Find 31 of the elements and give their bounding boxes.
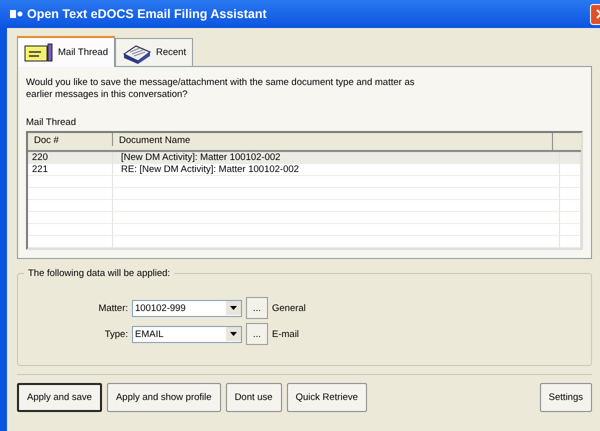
field-description: General [272,302,306,314]
prompt-text: Would you like to save the message/attachment with the same document type and matter as earlier messages in this conversation? [26,77,416,101]
document-name: RE: [New DM Activity]: Matter 100102-002 [113,164,560,175]
caret-icon [230,332,237,336]
action-button[interactable]: Quick Retrieve [286,383,367,412]
list-row[interactable]: 220 [New DM Activity]: Matter 100102-002 [28,152,581,164]
list-row[interactable]: 221 RE: [New DM Activity]: Matter 100102-002 [28,164,581,176]
action-button[interactable]: Apply and save [17,383,102,412]
column-header[interactable]: Doc # [28,133,113,146]
action-button[interactable]: Dont use [226,383,282,412]
browse-button[interactable]: ... [246,323,268,345]
field-label: Type: [104,328,128,340]
field-label: Matter: [97,302,128,314]
group-legend: The following data will be applied: [24,268,174,279]
dropdown-field[interactable]: EMAIL [132,326,242,342]
window-title: Open Text eDOCS Email Filing Assistant [27,7,268,21]
dropdown-field[interactable]: 100102-999 [132,300,242,316]
action-button[interactable]: Apply and show profile [106,383,221,412]
tab[interactable]: Recent [115,38,194,66]
field-description: E-mail [272,328,299,340]
doc-number: 221 [28,164,113,175]
document-name: [New DM Activity]: Matter 100102-002 [113,152,560,163]
doc-number: 220 [28,152,113,163]
column-header[interactable]: Document Name [113,133,553,150]
app-icon [9,8,23,20]
caret-icon [230,306,237,310]
envelope-icon [24,42,54,62]
action-button[interactable]: Settings [540,383,592,412]
list-label: Mail Thread [26,117,77,128]
tab[interactable]: Mail Thread [17,36,115,67]
browse-button[interactable]: ... [246,297,268,319]
